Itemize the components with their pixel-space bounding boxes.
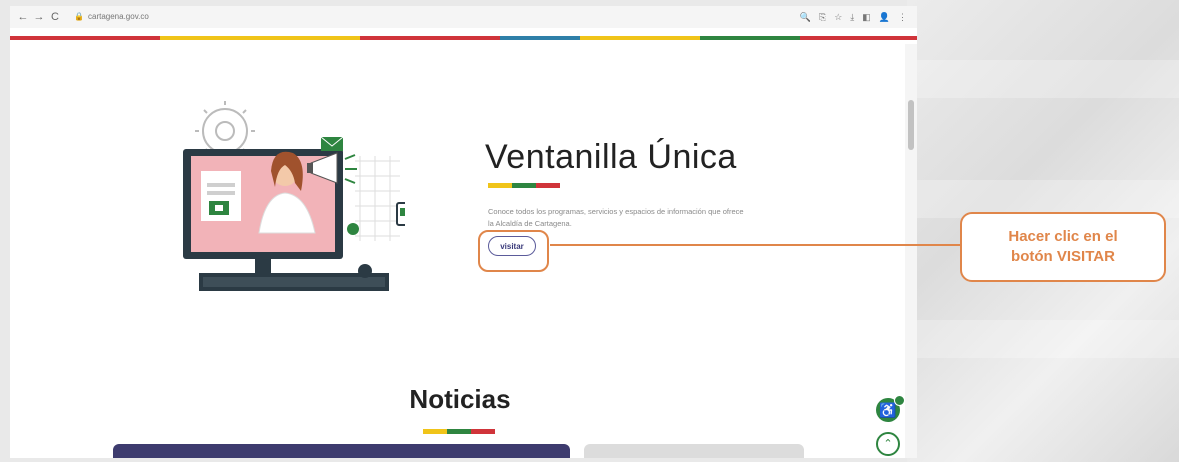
reload-icon[interactable]: C — [48, 9, 62, 25]
callout-connector-line — [550, 244, 960, 246]
news-card[interactable] — [113, 444, 570, 458]
browser-toolbar: ← → C 🔒 cartagena.gov.co 🔍 ⎘ ☆ ⤓ ◧ 👤 ⋮ — [10, 6, 917, 28]
search-icon[interactable]: 🔍 — [800, 9, 811, 25]
url-text: cartagena.gov.co — [88, 12, 149, 21]
share-icon[interactable]: ⎘ — [819, 9, 826, 25]
brand-color-stripe — [10, 36, 917, 40]
hero-title: Ventanilla Única — [485, 138, 737, 176]
page-scrollbar[interactable] — [905, 44, 917, 458]
browser-window: ← → C 🔒 cartagena.gov.co 🔍 ⎘ ☆ ⤓ ◧ 👤 ⋮ V… — [10, 6, 917, 458]
forward-icon[interactable]: → — [32, 9, 46, 25]
toolbar-icons: 🔍 ⎘ ☆ ⤓ ◧ 👤 ⋮ — [800, 9, 907, 25]
back-icon[interactable]: ← — [16, 9, 30, 25]
news-section-title: Noticias — [409, 384, 511, 414]
news-color-bar — [423, 429, 495, 434]
download-icon[interactable]: ⤓ — [850, 9, 854, 25]
hero-color-bar — [488, 183, 560, 188]
hero-description: Conoce todos los programas, servicios y … — [488, 206, 744, 228]
scrollbar-thumb[interactable] — [908, 100, 914, 150]
callout-text: Hacer clic en el botón VISITAR — [1008, 228, 1118, 265]
profile-icon[interactable]: 👤 — [879, 9, 890, 25]
hero-illustration — [183, 101, 405, 291]
background-band — [907, 320, 1179, 358]
chevron-up-icon[interactable]: ⌃ — [876, 432, 900, 456]
menu-icon[interactable]: ⋮ — [898, 9, 907, 25]
accessibility-badge — [894, 395, 905, 406]
visitar-button[interactable]: visitar — [488, 236, 536, 256]
address-bar[interactable]: 🔒 cartagena.gov.co — [68, 9, 838, 25]
sidebar-icon[interactable]: ◧ — [862, 9, 871, 25]
background-band — [907, 60, 1179, 98]
news-card[interactable] — [584, 444, 804, 458]
instruction-callout: Hacer clic en el botón VISITAR — [960, 212, 1166, 282]
lock-icon: 🔒 — [74, 12, 84, 21]
bookmark-star-icon[interactable]: ☆ — [834, 9, 842, 25]
